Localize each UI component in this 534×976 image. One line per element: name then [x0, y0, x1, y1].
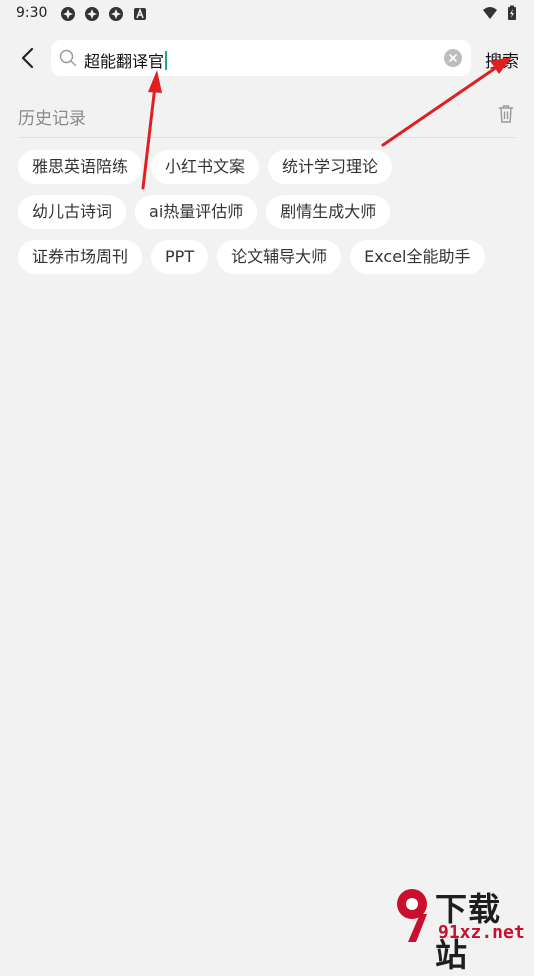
- text-caret: [165, 50, 168, 70]
- font-icon: [134, 7, 146, 20]
- search-query-text: 超能翻译官: [84, 52, 165, 71]
- battery-icon: [508, 5, 516, 20]
- annotation-arrows: [141, 57, 512, 190]
- status-notification-icons: [60, 6, 148, 22]
- history-chip[interactable]: 剧情生成大师: [266, 195, 391, 229]
- history-chip[interactable]: 小红书文案: [151, 150, 260, 184]
- status-time: 9:30: [16, 5, 48, 21]
- chip-row: 幼儿古诗词 ai热量评估师 剧情生成大师: [18, 195, 518, 229]
- search-query[interactable]: 超能翻译官: [84, 48, 168, 72]
- search-icon: [59, 49, 77, 67]
- history-chip[interactable]: ai热量评估师: [135, 195, 258, 229]
- back-button[interactable]: [14, 44, 40, 72]
- watermark-site: 91xz.net: [438, 922, 525, 943]
- status-bar: 9:30: [0, 0, 534, 28]
- history-chip[interactable]: 证券市场周刊: [18, 240, 143, 274]
- logo-icon: [397, 889, 427, 942]
- app-icon: [85, 7, 99, 21]
- app-icon: [109, 7, 123, 21]
- wifi-icon: [483, 7, 497, 19]
- history-chip[interactable]: PPT: [151, 240, 209, 274]
- status-system-icons: [482, 5, 520, 21]
- history-chip[interactable]: 幼儿古诗词: [18, 195, 127, 229]
- close-icon: [449, 54, 457, 62]
- history-chip[interactable]: 统计学习理论: [268, 150, 393, 184]
- search-button[interactable]: 搜索: [485, 47, 519, 72]
- trash-icon[interactable]: [497, 104, 515, 124]
- chevron-left-icon: [21, 47, 34, 69]
- history-chips: 雅思英语陪练 小红书文案 统计学习理论 幼儿古诗词 ai热量评估师 剧情生成大师…: [18, 150, 518, 285]
- app-icon: [61, 7, 75, 21]
- watermark-logo: 下载站 91xz.net: [390, 884, 530, 974]
- chip-row: 雅思英语陪练 小红书文案 统计学习理论: [18, 150, 518, 184]
- search-input[interactable]: 超能翻译官: [51, 40, 471, 76]
- history-chip[interactable]: 雅思英语陪练: [18, 150, 143, 184]
- clear-icon[interactable]: [444, 49, 462, 67]
- divider: [18, 137, 516, 138]
- history-chip[interactable]: 论文辅导大师: [217, 240, 342, 274]
- history-title: 历史记录: [18, 109, 86, 129]
- history-chip[interactable]: Excel全能助手: [350, 240, 485, 274]
- chip-row: 证券市场周刊 PPT 论文辅导大师 Excel全能助手: [18, 240, 518, 274]
